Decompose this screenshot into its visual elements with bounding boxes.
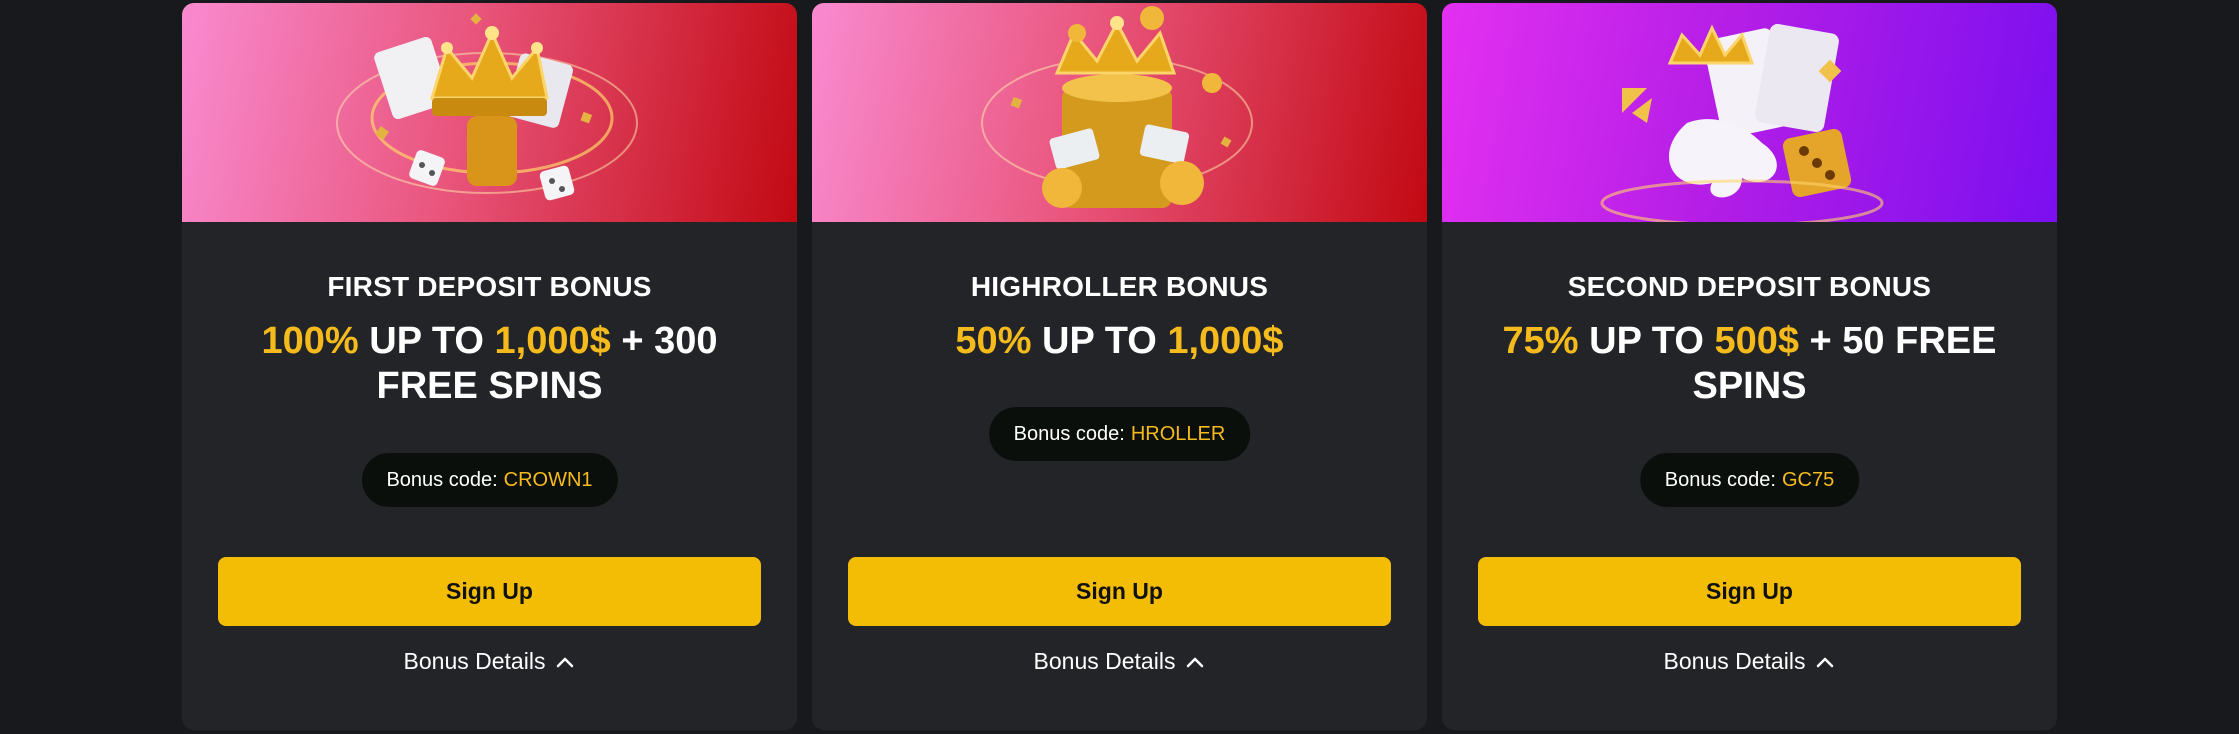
bonus-code-badge: Bonus code: GC75 (1639, 453, 1860, 507)
bonus-offer: 75% UP TO 500$ + 50 FREE SPINS (1492, 319, 2007, 409)
bonus-code-label: Bonus code: (1013, 422, 1125, 445)
chevron-up-icon (1817, 657, 1834, 667)
bonus-cards: FIRST DEPOSIT BONUS 100% UP TO 1,000$ + … (182, 3, 2057, 730)
bonus-code-label: Bonus code: (386, 468, 498, 491)
bonus-code-value: HROLLER (1130, 422, 1226, 445)
offer-up-to: UP TO (1031, 320, 1168, 362)
bonus-code-value: CROWN1 (503, 468, 593, 491)
offer-up-to: UP TO (358, 320, 495, 362)
bonus-code-badge: Bonus code: CROWN1 (361, 453, 618, 507)
coins-banner-image (812, 3, 1427, 222)
bonus-card-second-deposit: SECOND DEPOSIT BONUS 75% UP TO 500$ + 50… (1442, 3, 2057, 730)
bonus-details-label: Bonus Details (1033, 648, 1176, 674)
bonus-details-label: Bonus Details (1663, 648, 1806, 674)
sign-up-button[interactable]: Sign Up (848, 557, 1391, 626)
bonus-details-toggle[interactable]: Bonus Details (812, 648, 1427, 675)
bonus-card-highroller: HIGHROLLER BONUS 50% UP TO 1,000$ Bonus … (812, 3, 1427, 730)
chevron-up-icon (557, 657, 574, 667)
bonus-details-toggle[interactable]: Bonus Details (182, 648, 797, 675)
offer-percent: 75% (1502, 320, 1579, 362)
bonus-offer: 50% UP TO 1,000$ (862, 319, 1377, 364)
bonus-offer: 100% UP TO 1,000$ + 300 FREE SPINS (232, 319, 747, 409)
cards-dice-banner-image (1442, 3, 2057, 222)
bonus-details-toggle[interactable]: Bonus Details (1442, 648, 2057, 675)
bonus-code-badge: Bonus code: HROLLER (988, 407, 1251, 461)
bonus-title: HIGHROLLER BONUS (970, 271, 1269, 302)
sign-up-button[interactable]: Sign Up (1478, 557, 2021, 626)
bonus-title: FIRST DEPOSIT BONUS (327, 271, 652, 302)
sign-up-button[interactable]: Sign Up (218, 557, 761, 626)
bonus-code-value: GC75 (1781, 468, 1835, 491)
offer-amount: 1,000$ (494, 320, 611, 362)
offer-amount: 1,000$ (1167, 320, 1284, 362)
bonus-details-label: Bonus Details (403, 648, 546, 674)
bonus-title: SECOND DEPOSIT BONUS (1567, 271, 1932, 302)
offer-amount: 500$ (1714, 320, 1799, 362)
bonus-code-label: Bonus code: (1664, 468, 1776, 491)
bonus-card-first-deposit: FIRST DEPOSIT BONUS 100% UP TO 1,000$ + … (182, 3, 797, 730)
offer-percent: 100% (261, 320, 359, 362)
offer-percent: 50% (955, 320, 1032, 362)
chevron-up-icon (1187, 657, 1204, 667)
offer-up-to: UP TO (1578, 320, 1715, 362)
crown-banner-image (182, 3, 797, 222)
